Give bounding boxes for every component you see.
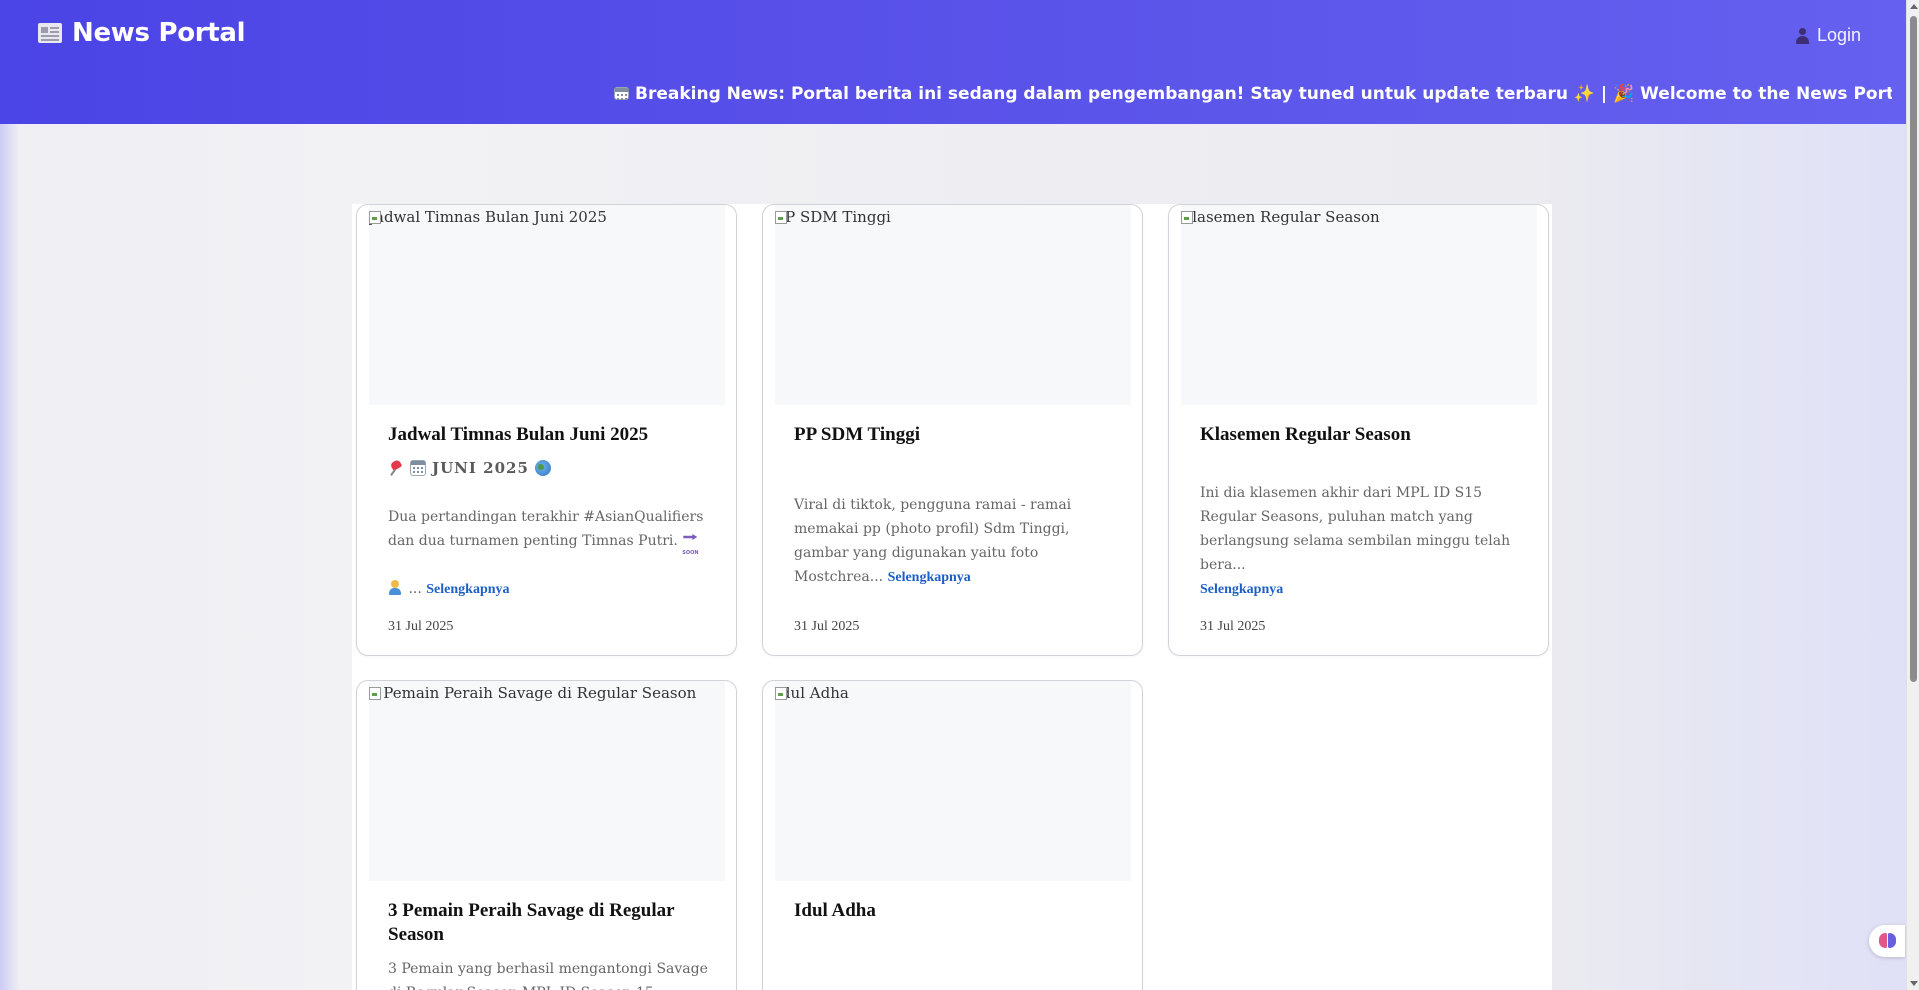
scrollbar-thumb[interactable]	[1910, 16, 1917, 682]
soon-icon	[682, 532, 700, 565]
card-ellipsis: ...	[408, 581, 422, 597]
card-image[interactable]: PP SDM Tinggi	[775, 205, 1131, 405]
card-description: Dua pertandingan terakhir #AsianQualifie…	[388, 505, 713, 565]
scroll-up-arrow-icon[interactable]	[1910, 4, 1918, 9]
ticker-content: Breaking News: Portal berita ini sedang …	[614, 84, 1892, 104]
site-header: News Portal Login Breaking News: Portal …	[0, 0, 1906, 124]
broken-image-icon	[369, 686, 383, 700]
brand-logo[interactable]: News Portal	[38, 18, 246, 48]
calendar-icon	[410, 460, 426, 476]
card-date: 31 Jul 2025	[1200, 619, 1266, 634]
card-image-alt: Jadwal Timnas Bulan Juni 2025	[369, 208, 607, 226]
card-image-alt: Klasemen Regular Season	[1181, 208, 1380, 226]
card-description-text: 3 Pemain yang berhasil mengantongi Savag…	[388, 961, 708, 990]
read-more-link[interactable]: Selengkapnya	[426, 582, 509, 597]
ticker-text: Breaking News: Portal berita ini sedang …	[635, 84, 1892, 104]
read-more-link[interactable]: Selengkapnya	[1200, 582, 1283, 597]
card-image[interactable]: Idul Adha	[775, 681, 1131, 881]
card-image-alt: PP SDM Tinggi	[775, 208, 891, 226]
broken-image-icon	[369, 210, 383, 224]
news-card[interactable]: Jadwal Timnas Bulan Juni 2025 Jadwal Tim…	[356, 204, 737, 656]
card-date: 31 Jul 2025	[388, 619, 454, 634]
login-label: Login	[1816, 25, 1861, 45]
brain-icon	[1879, 933, 1896, 949]
card-description: 3 Pemain yang berhasil mengantongi Savag…	[388, 957, 713, 990]
card-subtitle: JUNI 2025	[388, 459, 551, 477]
card-title[interactable]: Idul Adha	[794, 899, 1114, 923]
person-icon	[388, 580, 404, 596]
news-card[interactable]: Klasemen Regular Season Klasemen Regular…	[1168, 204, 1549, 656]
globe-icon	[534, 460, 551, 476]
scroll-down-arrow-icon[interactable]	[1910, 981, 1918, 986]
broken-image-icon	[1181, 210, 1195, 224]
news-ticker: Breaking News: Portal berita ini sedang …	[0, 82, 1892, 110]
card-date: 31 Jul 2025	[794, 619, 860, 634]
news-grid: Jadwal Timnas Bulan Juni 2025 Jadwal Tim…	[352, 204, 1552, 990]
read-more-link[interactable]: Selengkapnya	[888, 570, 971, 585]
card-description-continued: ... Selengkapnya	[388, 577, 713, 602]
pin-icon	[388, 460, 404, 476]
card-description: Ini dia klasemen akhir dari MPL ID S15 R…	[1200, 481, 1525, 602]
card-image[interactable]: 3 Pemain Peraih Savage di Regular Season	[369, 681, 725, 881]
card-image[interactable]: Klasemen Regular Season	[1181, 205, 1537, 405]
card-description-text: Ini dia klasemen akhir dari MPL ID S15 R…	[1200, 485, 1511, 573]
news-card[interactable]: 3 Pemain Peraih Savage di Regular Season…	[356, 680, 737, 990]
card-title[interactable]: PP SDM Tinggi	[794, 423, 1114, 447]
news-card[interactable]: Idul Adha Idul Adha	[762, 680, 1143, 990]
newspaper-icon	[38, 23, 62, 43]
vertical-scrollbar[interactable]	[1906, 0, 1919, 990]
card-description-text: Dua pertandingan terakhir #AsianQualifie…	[388, 509, 704, 549]
card-image[interactable]: Jadwal Timnas Bulan Juni 2025	[369, 205, 725, 405]
card-title[interactable]: Klasemen Regular Season	[1200, 423, 1520, 447]
broken-image-icon	[775, 210, 789, 224]
card-title[interactable]: Jadwal Timnas Bulan Juni 2025	[388, 423, 708, 447]
card-description: Viral di tiktok, pengguna ramai - ramai …	[794, 493, 1119, 590]
broken-image-icon	[775, 686, 789, 700]
card-subtitle-text: JUNI 2025	[432, 459, 529, 477]
card-image-alt: 3 Pemain Peraih Savage di Regular Season	[369, 684, 697, 702]
user-icon	[1795, 27, 1810, 44]
card-title[interactable]: 3 Pemain Peraih Savage di Regular Season	[388, 899, 708, 947]
news-card[interactable]: PP SDM Tinggi PP SDM Tinggi Viral di tik…	[762, 204, 1143, 656]
newspaper-icon	[614, 87, 629, 100]
brand-name: News Portal	[72, 18, 246, 48]
login-button[interactable]: Login	[1795, 25, 1861, 46]
floating-assistant-button[interactable]	[1869, 925, 1905, 957]
